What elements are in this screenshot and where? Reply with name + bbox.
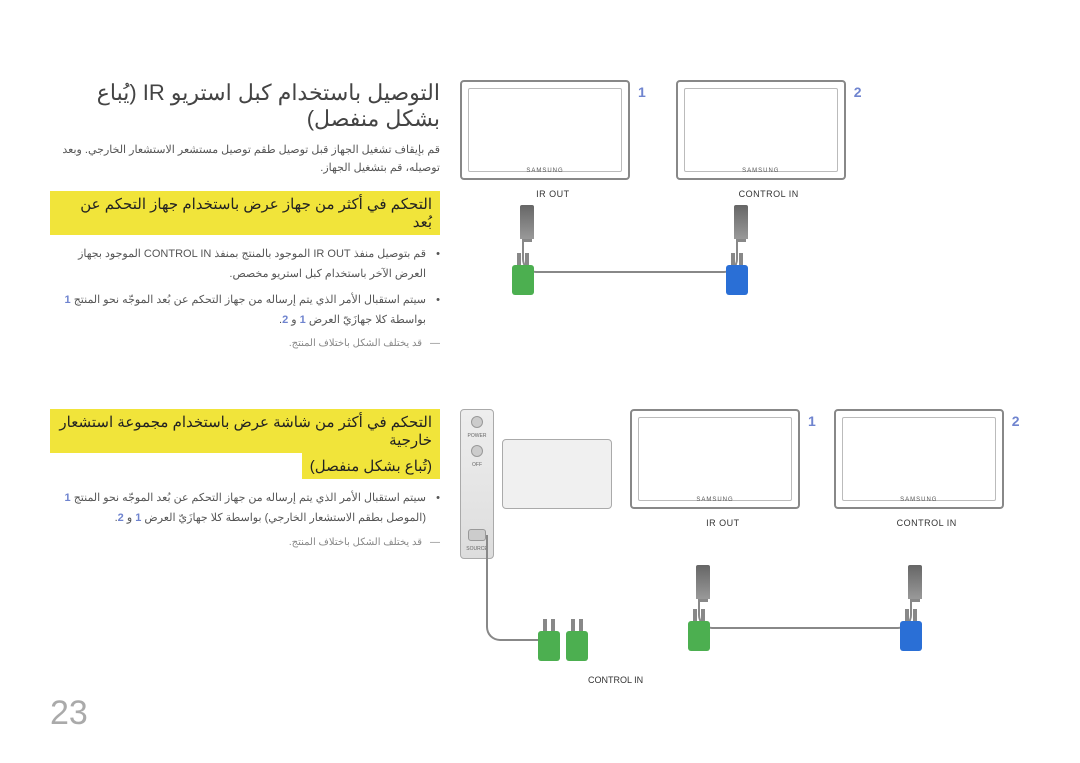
plug-green-3	[538, 631, 560, 661]
subheading-b-sub: (تُباع بشكل منفصل)	[302, 453, 440, 479]
page-number: 23	[50, 694, 88, 733]
note-b: قد يختلف الشكل باختلاف المنتج.	[50, 537, 440, 548]
subheading-a: التحكم في أكثر من جهاز عرض باستخدام جهاز…	[50, 191, 440, 235]
ref-num-2: 2	[282, 314, 288, 326]
manual-page: التوصيل باستخدام كبل استريو IR (يُباع بش…	[0, 0, 1080, 763]
cable-diagram-2: CONTROL IN	[460, 565, 1030, 685]
monitor-2-number: 2	[854, 84, 862, 100]
plug-blue-1	[726, 265, 748, 295]
monitor-1-number: 1	[638, 84, 646, 100]
bullet-a2: سيتم استقبال الأمر الذي يتم إرساله من جه…	[50, 291, 426, 331]
section-external-sensor: التحكم في أكثر من شاشة عرض باستخدام مجمو…	[50, 409, 1030, 685]
ref-num-1: 1	[65, 294, 71, 306]
bullet-b1-tail: (الموصل بطقم الاستشعار الخارجي) بواسطة ك…	[144, 512, 426, 524]
monitor-1b-number: 1	[808, 413, 816, 429]
plug-green-1	[512, 265, 534, 295]
port-label-controlin-3: CONTROL IN	[588, 675, 643, 685]
port-label-controlin-2: CONTROL IN	[834, 518, 1020, 528]
and-word: و	[291, 314, 296, 326]
monitor-2b: SAMSUNG	[834, 409, 1004, 509]
plug-blue-2	[900, 621, 922, 651]
jack-blue-1	[734, 205, 748, 239]
subheading-b: التحكم في أكثر من شاشة عرض باستخدام مجمو…	[50, 409, 440, 453]
remote-btn-power	[471, 416, 483, 428]
port-label-irout-1: IR OUT	[460, 189, 646, 199]
jack-green-1	[520, 205, 534, 239]
monitor-1b: SAMSUNG	[630, 409, 800, 509]
monitor-2-wrap: SAMSUNG 2 CONTROL IN	[676, 80, 862, 199]
bullet-list-a: قم بتوصيل منفذ IR OUT الموجود بالمنتج بم…	[50, 245, 440, 330]
remote-label-off: OFF	[472, 463, 482, 468]
monitor-row-1: SAMSUNG 1 IR OUT SAMSUNG 2 CONTROL IN	[460, 80, 1030, 199]
remote-btn-source	[468, 529, 486, 541]
monitor-2b-number: 2	[1012, 413, 1020, 429]
brand-logo-4: SAMSUNG	[900, 497, 937, 503]
bullet-a2-tail: بواسطة كلا جهازَيّ العرض	[309, 314, 426, 326]
text-column-2: التحكم في أكثر من شاشة عرض باستخدام مجمو…	[50, 409, 440, 685]
plug-green-2	[688, 621, 710, 651]
sub-instruction: قم بإيقاف تشغيل الجهاز قبل توصيل طقم توص…	[50, 142, 440, 177]
cable-line-2b	[486, 535, 546, 641]
ref-num-1b: 1	[300, 314, 306, 326]
monitor-1-wrap: SAMSUNG 1 IR OUT	[460, 80, 646, 199]
monitor-1: SAMSUNG	[460, 80, 630, 180]
port-label-irout-2: IR OUT	[630, 518, 816, 528]
jack-green-2	[696, 565, 710, 599]
monitor-2: SAMSUNG	[676, 80, 846, 180]
text-column-1: التوصيل باستخدام كبل استريو IR (يُباع بش…	[50, 80, 440, 349]
bullet-b1-text: سيتم استقبال الأمر الذي يتم إرساله من جه…	[74, 492, 426, 504]
ref-num-1d: 1	[135, 512, 141, 524]
cable-line-1	[522, 239, 738, 273]
bullet-list-b: سيتم استقبال الأمر الذي يتم إرساله من جه…	[50, 489, 440, 529]
port-label-controlin-1: CONTROL IN	[676, 189, 862, 199]
monitor-2-wrap-b: SAMSUNG 2 CONTROL IN	[834, 409, 1020, 528]
bullet-a2-text: سيتم استقبال الأمر الذي يتم إرساله من جه…	[74, 294, 426, 306]
ref-num-1c: 1	[65, 492, 71, 504]
jack-blue-2	[908, 565, 922, 599]
remote-btn-off	[471, 445, 483, 457]
cable-diagram-1	[460, 205, 1030, 295]
remote-label-power: POWER	[468, 434, 487, 439]
brand-logo-3: SAMSUNG	[696, 497, 733, 503]
plug-green-4	[566, 631, 588, 661]
cable-line-2a	[698, 599, 912, 629]
section-ir-cable: التوصيل باستخدام كبل استريو IR (يُباع بش…	[50, 80, 1030, 349]
brand-logo-2: SAMSUNG	[742, 168, 779, 174]
monitor-1-wrap-b: SAMSUNG 1 IR OUT	[630, 409, 816, 528]
bullet-b1: سيتم استقبال الأمر الذي يتم إرساله من جه…	[50, 489, 426, 529]
diagram-2: POWER OFF SOURCE SAMSUNG 1	[460, 409, 1030, 685]
diagram-1: SAMSUNG 1 IR OUT SAMSUNG 2 CONTROL IN	[460, 80, 1030, 349]
and-word-2: و	[127, 512, 132, 524]
note-a: قد يختلف الشكل باختلاف المنتج.	[50, 338, 440, 349]
main-title: التوصيل باستخدام كبل استريو IR (يُباع بش…	[50, 80, 440, 132]
bullet-a1: قم بتوصيل منفذ IR OUT الموجود بالمنتج بم…	[50, 245, 426, 285]
ir-receiver-box	[502, 439, 612, 509]
brand-logo: SAMSUNG	[526, 168, 563, 174]
ref-num-2b: 2	[118, 512, 124, 524]
remote-label-source: SOURCE	[466, 547, 487, 552]
